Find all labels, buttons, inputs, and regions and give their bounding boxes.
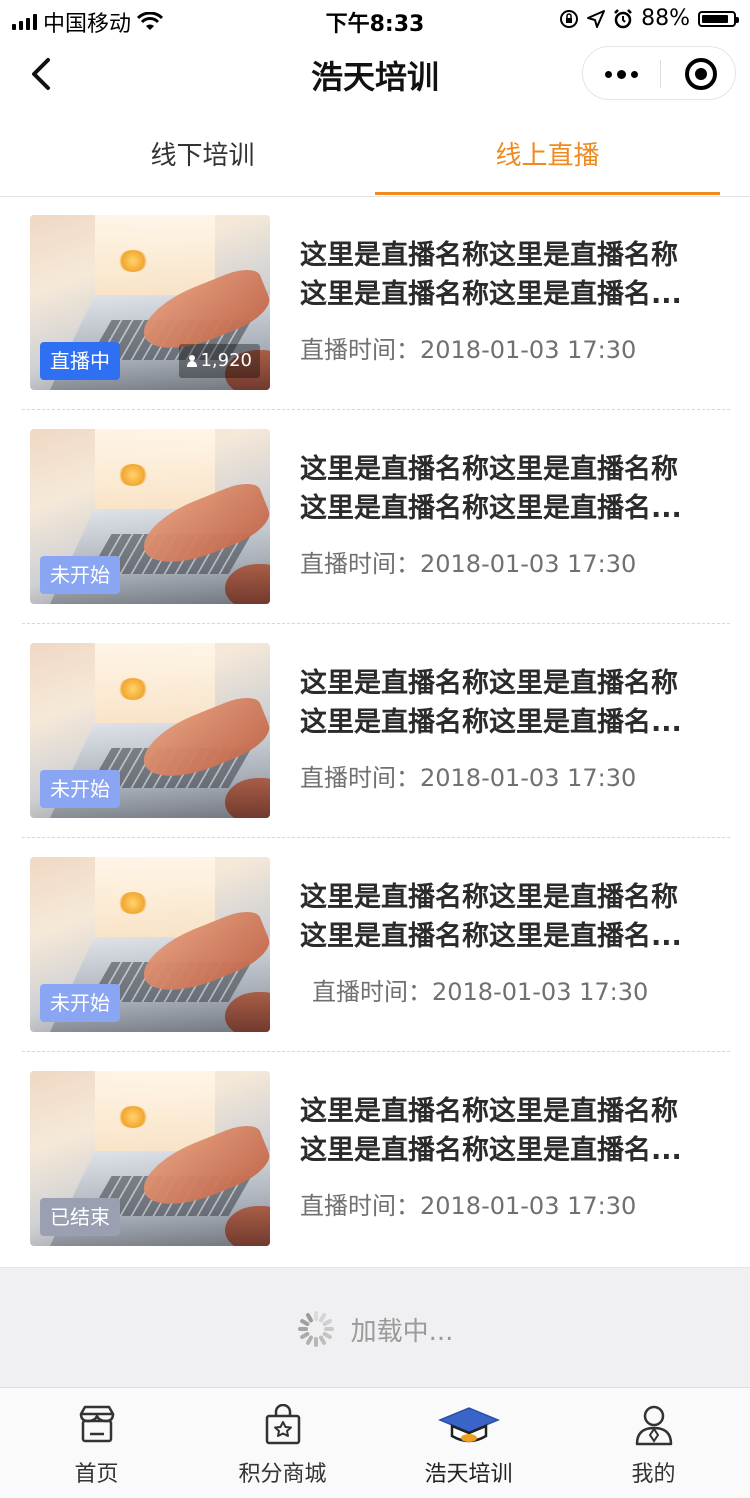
list-item[interactable]: 未开始 这里是直播名称这里是直播名称 这里是直播名称这里是直播名... 直播时间… — [0, 624, 750, 838]
live-title: 这里是直播名称这里是直播名称 这里是直播名称这里是直播名... — [300, 236, 725, 314]
capsule-divider — [660, 60, 661, 88]
tab-offline-training[interactable]: 线下培训 — [30, 117, 375, 195]
graduation-cap-icon — [438, 1407, 500, 1443]
live-time: 直播时间：2018-01-03 17:30 — [300, 1192, 637, 1220]
store-icon — [79, 1405, 115, 1443]
live-title-line: 这里是直播名称这里是直播名... — [300, 493, 682, 524]
target-circle-icon[interactable] — [685, 58, 717, 90]
loading-indicator: 加载中... — [0, 1267, 750, 1388]
spinner-tick — [313, 1311, 318, 1321]
live-thumbnail: 未开始 — [30, 643, 270, 818]
tabbar-label: 我的 — [631, 1462, 676, 1487]
status-badge: 未开始 — [40, 556, 120, 594]
status-bar: 中国移动 下午8:33 88% — [0, 0, 750, 40]
live-thumbnail: 未开始 — [30, 429, 270, 604]
tabbar-label: 积分商城 — [238, 1462, 327, 1487]
tabbar-item-mine[interactable]: 我的 — [560, 1388, 747, 1498]
tab-online-live[interactable]: 线上直播 — [375, 117, 720, 195]
location-icon — [587, 9, 606, 28]
live-title-line: 这里是直播名称这里是直播名... — [300, 707, 682, 738]
tabbar-label: 首页 — [74, 1462, 119, 1487]
tabbar-item-points-mall[interactable]: 积分商城 — [189, 1388, 376, 1498]
viewer-count-value: 1,920 — [200, 350, 252, 371]
live-time: 直播时间：2018-01-03 17:30 — [300, 550, 637, 578]
tabbar-item-home[interactable]: 首页 — [3, 1388, 190, 1498]
live-title-line: 这里是直播名称这里是直播名称 — [300, 240, 678, 271]
live-title-line: 这里是直播名称这里是直播名称 — [300, 1096, 678, 1127]
live-thumbnail: 已结束 — [30, 1071, 270, 1246]
bottom-tab-bar: 首页 积分商城 浩天培训 我的 — [0, 1387, 750, 1498]
live-title-line: 这里是直播名称这里是直播名... — [300, 1135, 682, 1166]
live-title-line: 这里是直播名称这里是直播名称 — [300, 882, 678, 913]
orientation-lock-icon — [560, 9, 579, 28]
battery-icon — [698, 10, 739, 27]
live-title-line: 这里是直播名称这里是直播名称 — [300, 454, 678, 485]
live-time: 直播时间：2018-01-03 17:30 — [312, 978, 649, 1006]
list-item[interactable]: 未开始 这里是直播名称这里是直播名称 这里是直播名称这里是直播名... 直播时间… — [0, 838, 750, 1052]
status-right: 88% — [559, 6, 739, 31]
live-time: 直播时间：2018-01-03 17:30 — [300, 764, 637, 792]
status-badge: 未开始 — [40, 770, 120, 808]
battery-percent: 88% — [641, 6, 690, 31]
live-title: 这里是直播名称这里是直播名称 这里是直播名称这里是直播名... — [300, 878, 725, 956]
spinner-tick — [323, 1327, 334, 1331]
tabbar-item-training[interactable]: 浩天培训 — [375, 1388, 562, 1498]
battery-level — [702, 14, 729, 23]
live-title-line: 这里是直播名称这里是直播名... — [300, 279, 682, 310]
list-item[interactable]: 未开始 这里是直播名称这里是直播名称 这里是直播名称这里是直播名... 直播时间… — [0, 410, 750, 624]
spinner-icon — [297, 1310, 335, 1348]
mini-program-capsule — [582, 46, 736, 100]
list-item[interactable]: 直播中 1,920 这里是直播名称这里是直播名称 这里是直播名称这里是直播名..… — [0, 196, 750, 410]
loading-text: 加载中... — [350, 1316, 454, 1347]
spinner-tick — [313, 1337, 318, 1347]
list-item[interactable]: 已结束 这里是直播名称这里是直播名称 这里是直播名称这里是直播名... 直播时间… — [0, 1052, 750, 1266]
alarm-icon — [614, 8, 632, 28]
live-title-line: 这里是直播名称这里是直播名... — [300, 921, 682, 952]
more-dots-icon[interactable] — [605, 70, 638, 79]
spinner-tick — [297, 1327, 308, 1331]
live-title: 这里是直播名称这里是直播名称 这里是直播名称这里是直播名... — [300, 664, 725, 742]
user-icon — [635, 1405, 673, 1446]
live-title: 这里是直播名称这里是直播名称 这里是直播名称这里是直播名... — [300, 450, 725, 528]
live-thumbnail: 未开始 — [30, 857, 270, 1032]
status-badge: 未开始 — [40, 984, 120, 1022]
live-thumbnail: 直播中 1,920 — [30, 215, 270, 390]
viewer-count: 1,920 — [179, 344, 260, 378]
tabbar-label: 浩天培训 — [424, 1462, 513, 1487]
live-title-line: 这里是直播名称这里是直播名称 — [300, 668, 678, 699]
live-list: 直播中 1,920 这里是直播名称这里是直播名称 这里是直播名称这里是直播名..… — [0, 196, 750, 1266]
status-badge: 已结束 — [40, 1198, 120, 1236]
nav-bar: 浩天培训 — [0, 40, 750, 110]
shopping-bag-icon — [265, 1404, 301, 1445]
segment-tabs: 线下培训 线上直播 — [0, 117, 750, 197]
status-badge: 直播中 — [40, 342, 120, 380]
person-icon — [187, 355, 198, 367]
live-time: 直播时间：2018-01-03 17:30 — [300, 336, 637, 364]
live-title: 这里是直播名称这里是直播名称 这里是直播名称这里是直播名... — [300, 1092, 725, 1170]
